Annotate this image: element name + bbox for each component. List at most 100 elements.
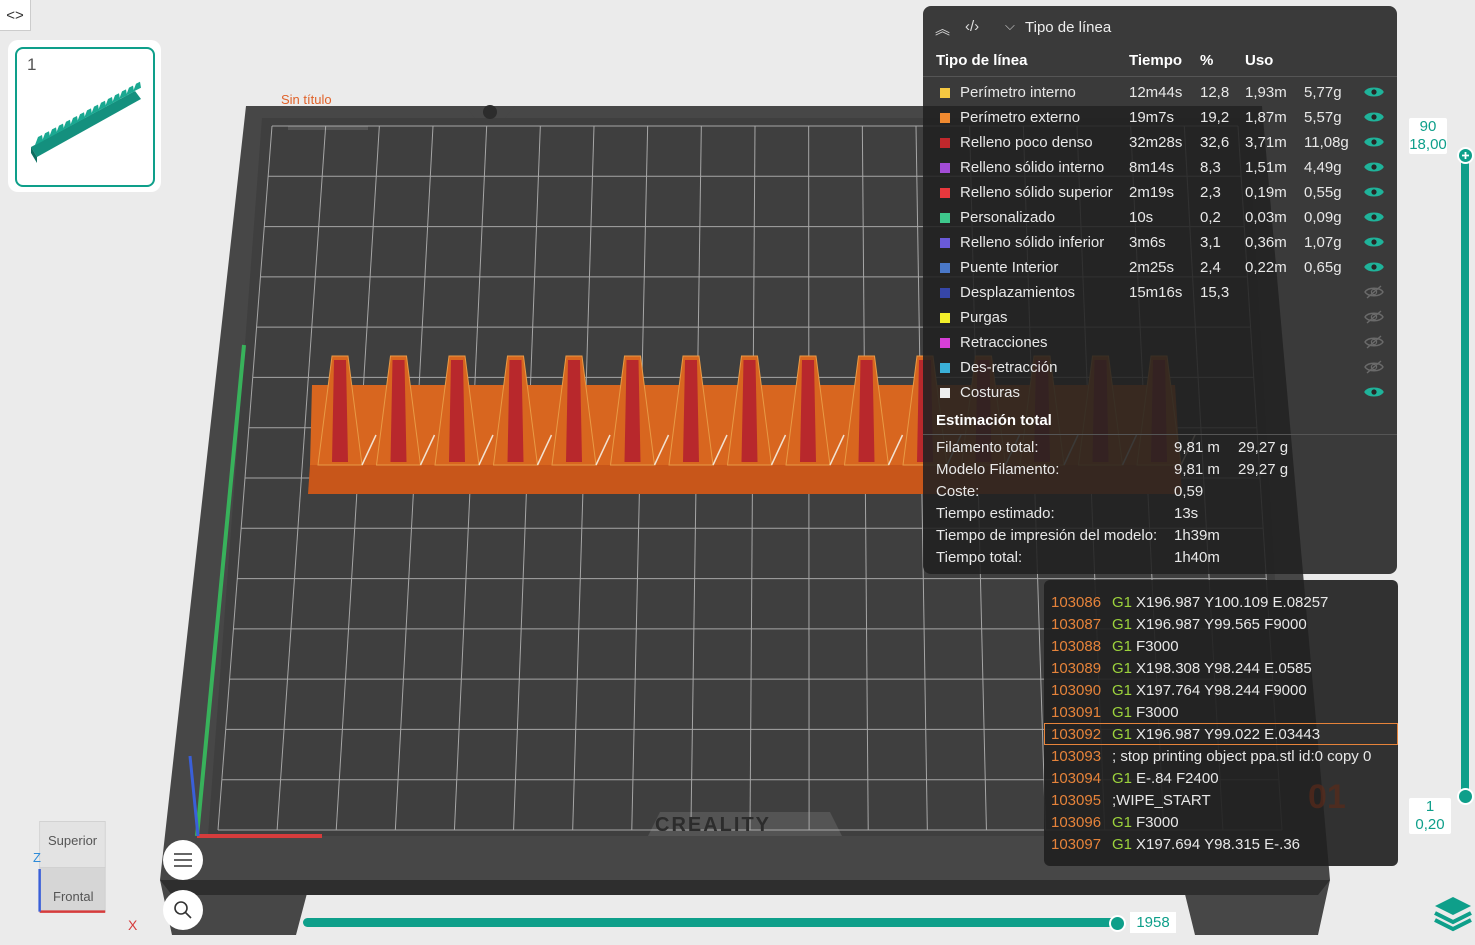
gcode-line-number: 103094 — [1051, 770, 1102, 787]
search-button[interactable] — [163, 890, 203, 930]
layers-icon — [1434, 897, 1472, 932]
eye-icon[interactable] — [1364, 384, 1384, 400]
legend-time: 8m14s — [1129, 159, 1175, 176]
gcode-line[interactable]: 103086 G1 X196.987 Y100.109 E.08257 — [1044, 591, 1398, 613]
gcode-command: G1 — [1112, 814, 1133, 831]
legend-row[interactable]: Perímetro externo 19m7s 19,2 1,87m 5,57g — [923, 106, 1397, 131]
gcode-command: G1 — [1112, 836, 1133, 853]
estimate-row: Modelo Filamento: 9,81 m 29,27 g — [923, 461, 1397, 483]
layer-slider-bottom-handle[interactable] — [1457, 788, 1474, 805]
legend-len: 0,03m — [1245, 209, 1287, 226]
gcode-line[interactable]: 103090 G1 X197.764 Y98.244 F9000 — [1044, 679, 1398, 701]
gcode-line-number: 103097 — [1051, 836, 1102, 853]
layer-slider-track[interactable] — [1461, 155, 1469, 797]
estimate-row: Coste: 0,59 — [923, 483, 1397, 505]
eye-off-icon[interactable] — [1364, 334, 1384, 350]
gcode-arguments: X196.987 Y99.022 E.03443 — [1136, 726, 1321, 743]
legend-len: 0,19m — [1245, 184, 1287, 201]
view-cube-top-label[interactable]: Superior — [48, 833, 97, 848]
layers-button[interactable] — [1433, 893, 1473, 933]
gcode-line-number: 103089 — [1051, 660, 1102, 677]
gcode-arguments: X198.308 Y98.244 E.0585 — [1136, 660, 1312, 677]
estimate-row: Tiempo total: 1h40m — [923, 549, 1397, 571]
legend-name: Costuras — [960, 384, 1021, 401]
color-swatch — [940, 88, 950, 98]
gcode-line[interactable]: 103088 G1 F3000 — [1044, 635, 1398, 657]
legend-row[interactable]: Des-retracción — [923, 356, 1397, 381]
eye-icon[interactable] — [1364, 234, 1384, 250]
legend-row[interactable]: Relleno sólido interno 8m14s 8,3 1,51m 4,49g — [923, 156, 1397, 181]
eye-icon[interactable] — [1364, 209, 1384, 225]
layer-slider-top-handle[interactable] — [1457, 147, 1474, 164]
legend-row[interactable]: Retracciones — [923, 331, 1397, 356]
legend-pct: 2,4 — [1200, 259, 1221, 276]
eye-icon[interactable] — [1364, 109, 1384, 125]
column-type-header: Tipo de línea — [936, 52, 1028, 69]
legend-row[interactable]: Desplazamientos 15m16s 15,3 — [923, 281, 1397, 306]
legend-pct: 2,3 — [1200, 184, 1221, 201]
color-swatch — [940, 363, 950, 373]
code-view-icon[interactable]: ‹/› — [965, 18, 979, 35]
bottom-layer-number: 1 — [1425, 798, 1435, 815]
eye-icon[interactable] — [1364, 259, 1384, 275]
gcode-line[interactable]: 103092 G1 X196.987 Y99.022 E.03443 — [1044, 723, 1398, 745]
eye-off-icon[interactable] — [1364, 284, 1384, 300]
estimate-label: Filamento total: — [936, 439, 1039, 456]
legend-name: Perímetro interno — [960, 84, 1076, 101]
header-divider — [923, 76, 1397, 77]
legend-row[interactable]: Relleno sólido superior 2m19s 2,3 0,19m 0,55… — [923, 181, 1397, 206]
gcode-line[interactable]: 103087 G1 X196.987 Y99.565 F9000 — [1044, 613, 1398, 635]
gcode-line[interactable]: 103093 ; stop printing object ppa.stl id:… — [1044, 745, 1398, 767]
move-slider-handle[interactable] — [1109, 915, 1126, 932]
eye-icon[interactable] — [1364, 159, 1384, 175]
project-title: Sin título — [281, 92, 332, 107]
gcode-command: G1 — [1112, 726, 1133, 743]
legend-row[interactable]: Relleno sólido inferior 3m6s 3,1 0,36m 1,07g — [923, 231, 1397, 256]
legend-time: 32m28s — [1129, 134, 1183, 151]
menu-icon — [174, 853, 192, 867]
move-slider-track[interactable] — [303, 918, 1116, 927]
eye-off-icon[interactable] — [1364, 309, 1384, 325]
collapse-icon[interactable]: ︽ — [935, 18, 950, 39]
color-swatch — [940, 263, 950, 273]
view-cube-front-label[interactable]: Frontal — [53, 889, 93, 904]
gcode-viewer[interactable]: 103086 G1 X196.987 Y100.109 E.08257 103087 G… — [1044, 580, 1398, 866]
estimate-a: 1h39m — [1174, 527, 1220, 544]
legend-row[interactable]: Puente Interior 2m25s 2,4 0,22m 0,65g — [923, 256, 1397, 281]
legend-name: Perímetro externo — [960, 109, 1081, 126]
view-type-dropdown[interactable]: ⌵ Tipo de línea — [999, 16, 1237, 40]
plate-thumbnail-card[interactable]: 1 — [8, 40, 161, 192]
legend-row[interactable]: Perímetro interno 12m44s 12,8 1,93m 5,77g — [923, 81, 1397, 106]
bed-brand-logo: CREALITY — [655, 814, 771, 836]
legend-row[interactable]: Relleno poco denso 32m28s 32,6 3,71m 11,08g — [923, 131, 1397, 156]
gcode-line[interactable]: 103097 G1 X197.694 Y98.315 E-.36 — [1044, 833, 1398, 855]
legend-row[interactable]: Personalizado 10s 0,2 0,03m 0,09g — [923, 206, 1397, 231]
gcode-command: G1 — [1112, 638, 1133, 655]
color-swatch — [940, 288, 950, 298]
gcode-line[interactable]: 103091 G1 F3000 — [1044, 701, 1398, 723]
legend-len: 0,22m — [1245, 259, 1287, 276]
legend-weight: 5,57g — [1304, 109, 1342, 126]
gcode-command: G1 — [1112, 616, 1133, 633]
estimate-a: 9,81 m — [1174, 439, 1220, 456]
gcode-command: G1 — [1112, 682, 1133, 699]
eye-icon[interactable] — [1364, 184, 1384, 200]
dropdown-value: Tipo de línea — [1025, 19, 1112, 36]
eye-icon[interactable] — [1364, 134, 1384, 150]
gcode-line[interactable]: 103089 G1 X198.308 Y98.244 E.0585 — [1044, 657, 1398, 679]
legend-time: 2m25s — [1129, 259, 1175, 276]
legend-name: Des-retracción — [960, 359, 1058, 376]
legend-row[interactable]: Purgas — [923, 306, 1397, 331]
legend-pct: 15,3 — [1200, 284, 1230, 301]
legend-name: Personalizado — [960, 209, 1056, 226]
legend-row[interactable]: Costuras — [923, 381, 1397, 406]
menu-button[interactable] — [163, 840, 203, 880]
eye-off-icon[interactable] — [1364, 359, 1384, 375]
view-cube[interactable] — [38, 812, 120, 926]
gcode-line-number: 103086 — [1051, 594, 1102, 611]
eye-icon[interactable] — [1364, 84, 1384, 100]
bottom-layer-height: 0,20 — [1415, 816, 1445, 833]
legend-pct: 19,2 — [1200, 109, 1230, 126]
plate-thumbnail[interactable]: 1 — [15, 47, 155, 187]
code-toggle-button[interactable]: <> — [0, 0, 31, 31]
